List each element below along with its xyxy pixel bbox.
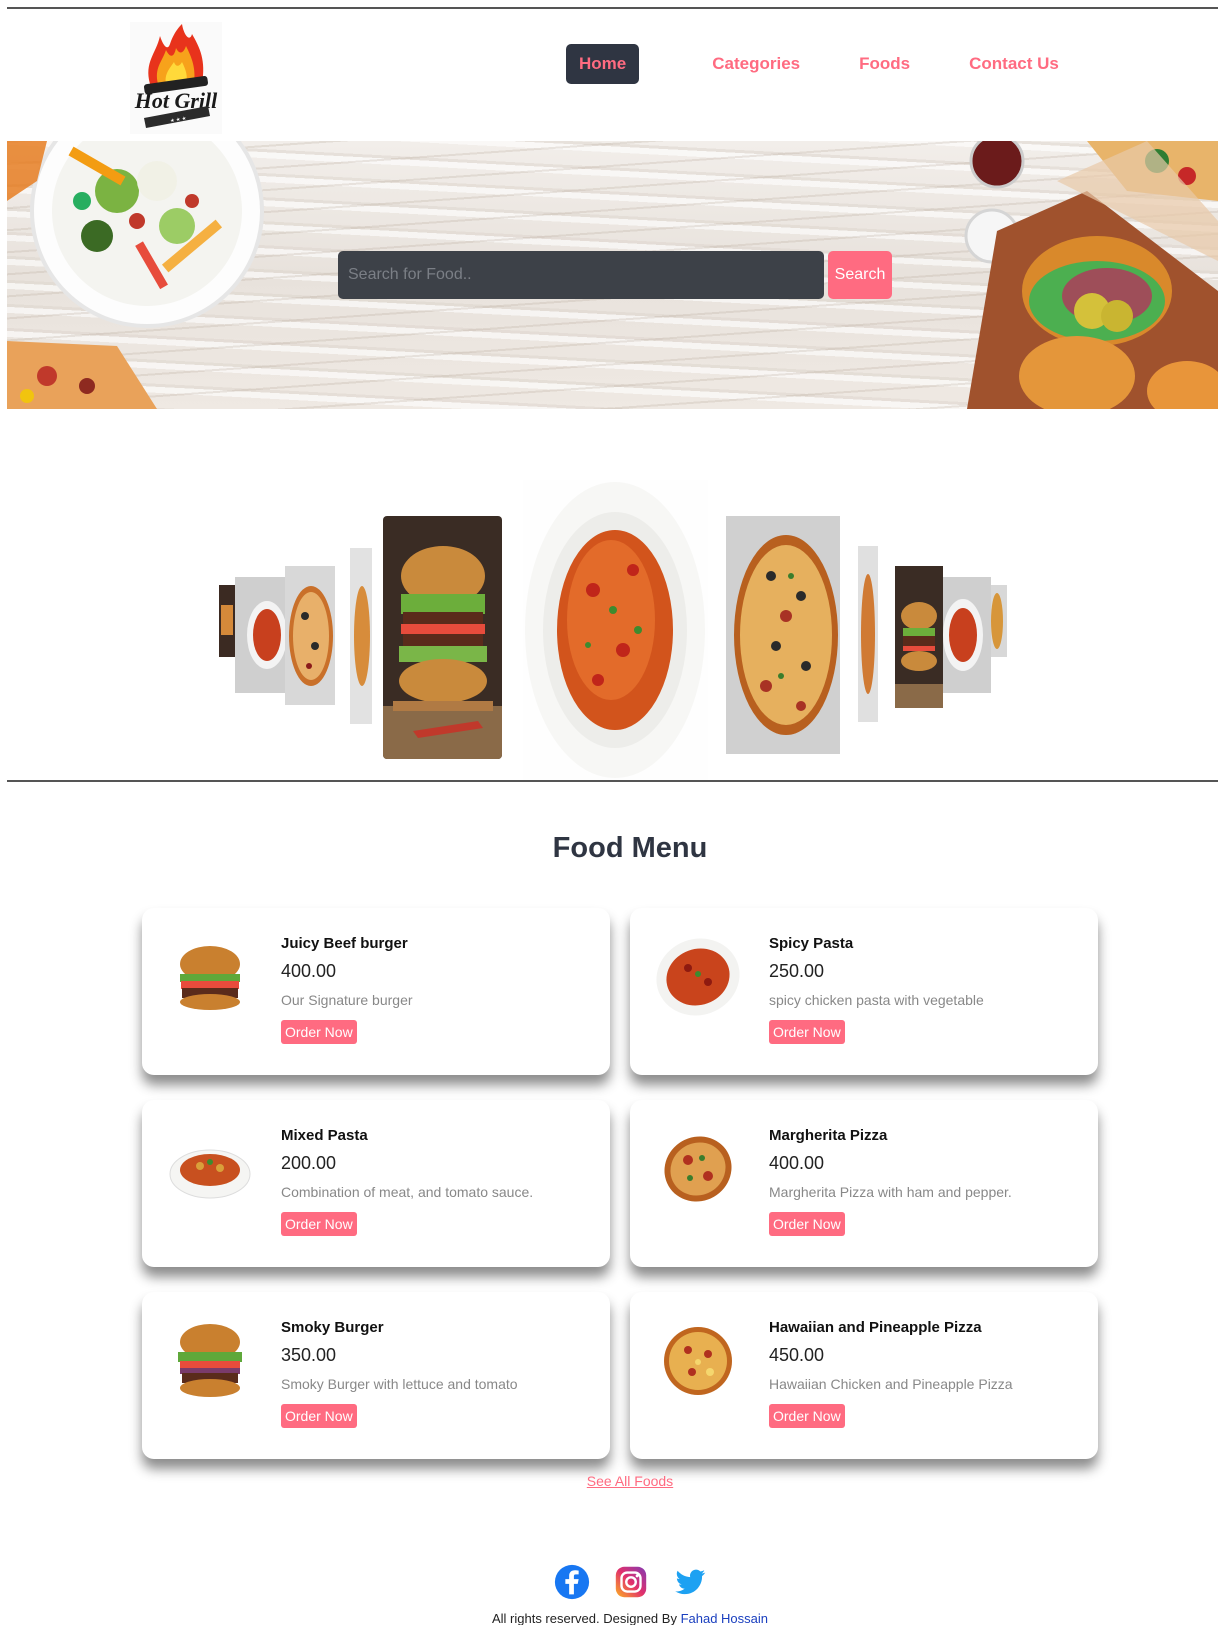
burger-image	[164, 1318, 256, 1404]
food-name: Mixed Pasta	[281, 1127, 368, 1144]
food-carousel[interactable]	[0, 480, 1218, 780]
see-all-foods-link[interactable]: See All Foods	[0, 1473, 1218, 1489]
search-bar: Search	[338, 251, 892, 299]
order-now-button[interactable]: Order Now	[769, 1212, 845, 1236]
carousel-slide[interactable]	[895, 566, 943, 708]
food-card: Smoky Burger 350.00 Smoky Burger with le…	[142, 1292, 610, 1459]
pizza-image	[652, 1126, 744, 1212]
top-divider	[7, 7, 1218, 9]
search-input[interactable]	[338, 251, 824, 299]
carousel-slide[interactable]	[235, 577, 285, 693]
food-price: 400.00	[769, 1153, 825, 1173]
hot-grill-logo[interactable]: Hot Grill ★ ★ ★	[130, 22, 222, 134]
carousel-slide-pizza[interactable]	[726, 516, 840, 754]
site-header: Hot Grill ★ ★ ★ Home Categories Foods Co…	[0, 10, 1218, 140]
food-description: spicy chicken pasta with vegetable	[769, 992, 984, 1008]
designer-link[interactable]: Fahad Hossain	[681, 1611, 768, 1625]
search-button[interactable]: Search	[828, 251, 892, 299]
food-menu-title: Food Menu	[552, 832, 708, 864]
carousel-slide[interactable]	[991, 585, 1007, 657]
food-price: 200.00	[281, 1153, 337, 1173]
pasta-plate-image	[164, 1126, 256, 1212]
food-card: Mixed Pasta 200.00 Combination of meat, …	[142, 1100, 610, 1267]
carousel-slide-burger[interactable]	[383, 516, 502, 759]
nav-contact-us[interactable]: Contact Us	[969, 44, 1059, 84]
food-price: 400.00	[281, 961, 337, 981]
carousel-slide[interactable]	[219, 585, 235, 657]
main-nav: Home Categories Foods Contact Us	[566, 44, 1059, 84]
copyright-notice: All rights reserved. Designed By Fahad H…	[0, 1611, 1218, 1625]
nav-foods[interactable]: Foods	[859, 44, 910, 84]
food-card: Spicy Pasta 250.00 spicy chicken pasta w…	[630, 908, 1098, 1075]
food-description: Margherita Pizza with ham and pepper.	[769, 1184, 1012, 1200]
food-description: Hawaiian Chicken and Pineapple Pizza	[769, 1376, 1013, 1392]
order-now-button[interactable]: Order Now	[281, 1020, 357, 1044]
food-description: Our Signature burger	[281, 992, 413, 1008]
order-now-button[interactable]: Order Now	[281, 1212, 357, 1236]
food-name: Hawaiian and Pineapple Pizza	[769, 1319, 982, 1336]
order-now-button[interactable]: Order Now	[281, 1404, 357, 1428]
food-price: 250.00	[769, 961, 825, 981]
food-name: Margherita Pizza	[769, 1127, 888, 1144]
pizza-image	[652, 1318, 744, 1404]
food-name: Juicy Beef burger	[281, 935, 408, 952]
food-description: Combination of meat, and tomato sauce.	[281, 1184, 534, 1200]
food-card: Hawaiian and Pineapple Pizza 450.00 Hawa…	[630, 1292, 1098, 1459]
order-now-button[interactable]: Order Now	[769, 1020, 845, 1044]
food-price: 350.00	[281, 1345, 337, 1365]
pasta-image	[652, 934, 744, 1020]
burger-image	[164, 934, 256, 1020]
food-description: Smoky Burger with lettuce and tomato	[281, 1376, 518, 1392]
instagram-icon[interactable]	[612, 1562, 650, 1602]
carousel-slide-pasta[interactable]	[523, 480, 708, 780]
twitter-icon[interactable]	[671, 1562, 709, 1602]
carousel-slide[interactable]	[943, 577, 991, 693]
nav-categories[interactable]: Categories	[712, 44, 800, 84]
food-card: Juicy Beef burger 400.00 Our Signature b…	[142, 908, 610, 1075]
food-name: Spicy Pasta	[769, 935, 854, 952]
section-divider	[7, 780, 1218, 782]
food-price: 450.00	[769, 1345, 825, 1365]
carousel-slide[interactable]	[858, 546, 878, 722]
copyright-text: All rights reserved. Designed By	[491, 1611, 681, 1625]
hero-banner: Search	[7, 141, 1218, 409]
food-card: Margherita Pizza 400.00 Margherita Pizza…	[630, 1100, 1098, 1267]
order-now-button[interactable]: Order Now	[769, 1404, 845, 1428]
social-links	[553, 1562, 730, 1602]
carousel-slide[interactable]	[350, 548, 372, 724]
facebook-icon[interactable]	[553, 1562, 591, 1602]
food-name: Smoky Burger	[281, 1319, 384, 1336]
carousel-slide[interactable]	[285, 566, 335, 705]
nav-home[interactable]: Home	[566, 44, 640, 84]
